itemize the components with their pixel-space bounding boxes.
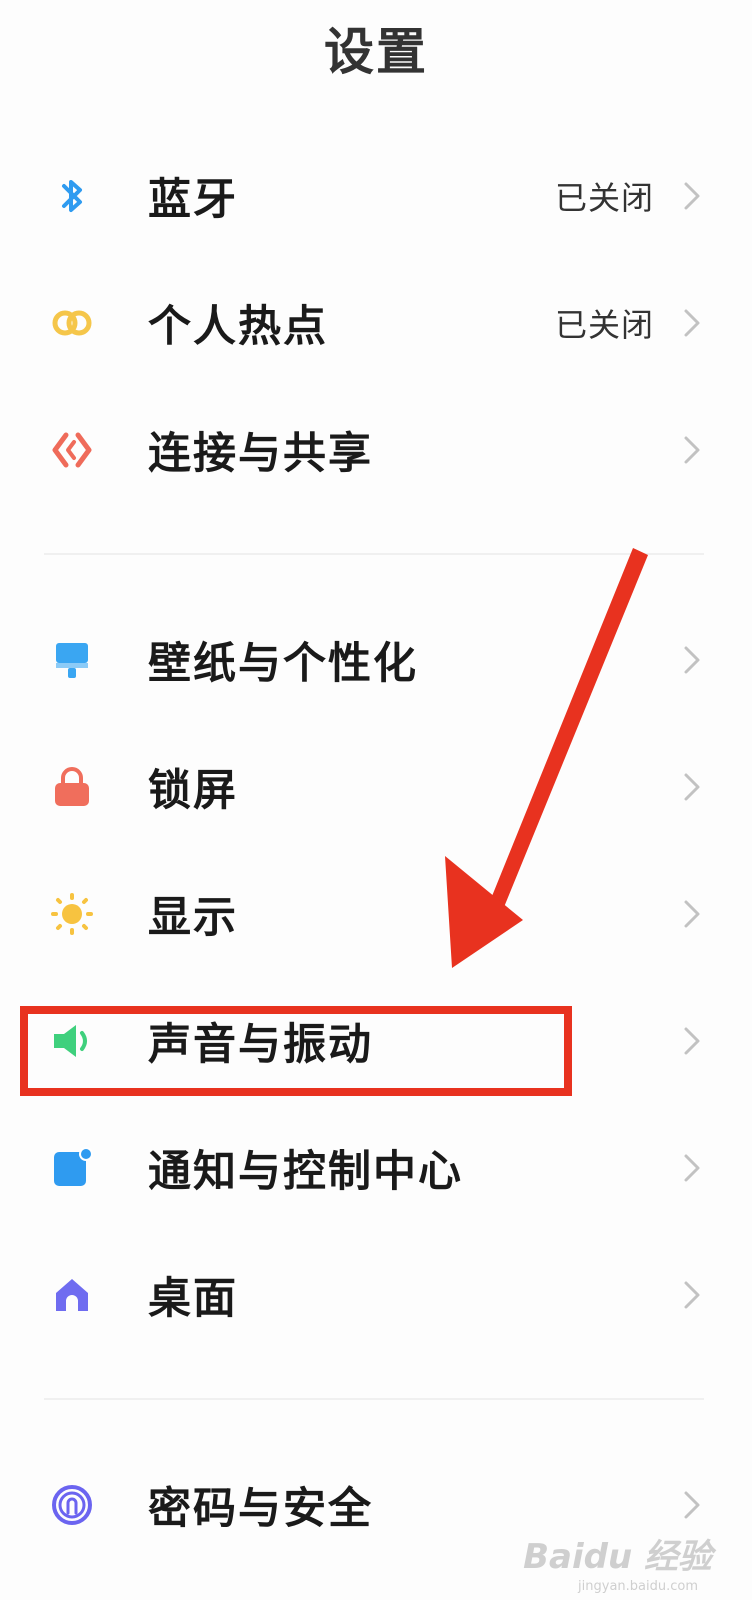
settings-item-label: 桌面 <box>148 1274 238 1324</box>
chevron-right-icon <box>684 1154 700 1182</box>
settings-item-notification-control-center[interactable]: 通知与控制中心 <box>0 1118 752 1218</box>
sun-icon <box>48 890 96 938</box>
fingerprint-icon <box>48 1481 96 1529</box>
page-title: 设置 <box>324 23 428 81</box>
chevron-right-icon <box>684 436 700 464</box>
watermark-logo: Baidu 经验 <box>523 1537 712 1577</box>
chevron-right-icon <box>684 1027 700 1055</box>
watermark-url: jingyan.baidu.com <box>578 1579 698 1594</box>
chevron-right-icon <box>684 182 700 210</box>
section-divider <box>44 1398 704 1400</box>
status-text: 已关闭 <box>554 179 654 217</box>
connection-share-icon <box>48 426 96 474</box>
hotspot-icon <box>48 299 96 347</box>
section-divider <box>44 553 704 555</box>
chevron-right-icon <box>684 309 700 337</box>
settings-item-lock-screen[interactable]: 锁屏 <box>0 737 752 837</box>
bluetooth-icon <box>48 172 96 220</box>
wallpaper-icon <box>48 636 96 684</box>
lock-icon <box>48 763 96 811</box>
chevron-right-icon <box>684 1491 700 1519</box>
settings-item-label: 个人热点 <box>148 302 328 352</box>
status-text: 已关闭 <box>554 306 654 344</box>
chevron-right-icon <box>684 1281 700 1309</box>
settings-item-label: 壁纸与个性化 <box>148 639 418 689</box>
chevron-right-icon <box>684 646 700 674</box>
settings-item-label: 蓝牙 <box>148 175 238 225</box>
settings-item-hotspot[interactable]: 个人热点 已关闭 <box>0 273 752 373</box>
settings-item-label: 密码与安全 <box>148 1484 373 1534</box>
settings-item-label: 通知与控制中心 <box>148 1147 463 1197</box>
settings-item-desktop[interactable]: 桌面 <box>0 1245 752 1345</box>
settings-item-label: 连接与共享 <box>148 429 373 479</box>
home-icon <box>48 1271 96 1319</box>
settings-item-label: 锁屏 <box>148 766 238 816</box>
chevron-right-icon <box>684 773 700 801</box>
settings-item-bluetooth[interactable]: 蓝牙 已关闭 <box>0 146 752 246</box>
settings-screen: 设置 蓝牙 已关闭 个人热点 已关闭 连接与共享 壁纸与个性化 锁屏 显示 声音… <box>0 0 752 1600</box>
settings-item-connection-share[interactable]: 连接与共享 <box>0 400 752 500</box>
settings-item-display[interactable]: 显示 <box>0 864 752 964</box>
highlight-box <box>20 1006 572 1096</box>
settings-item-label: 显示 <box>148 893 238 943</box>
chevron-right-icon <box>684 900 700 928</box>
notification-icon <box>48 1144 96 1192</box>
settings-item-wallpaper[interactable]: 壁纸与个性化 <box>0 610 752 710</box>
